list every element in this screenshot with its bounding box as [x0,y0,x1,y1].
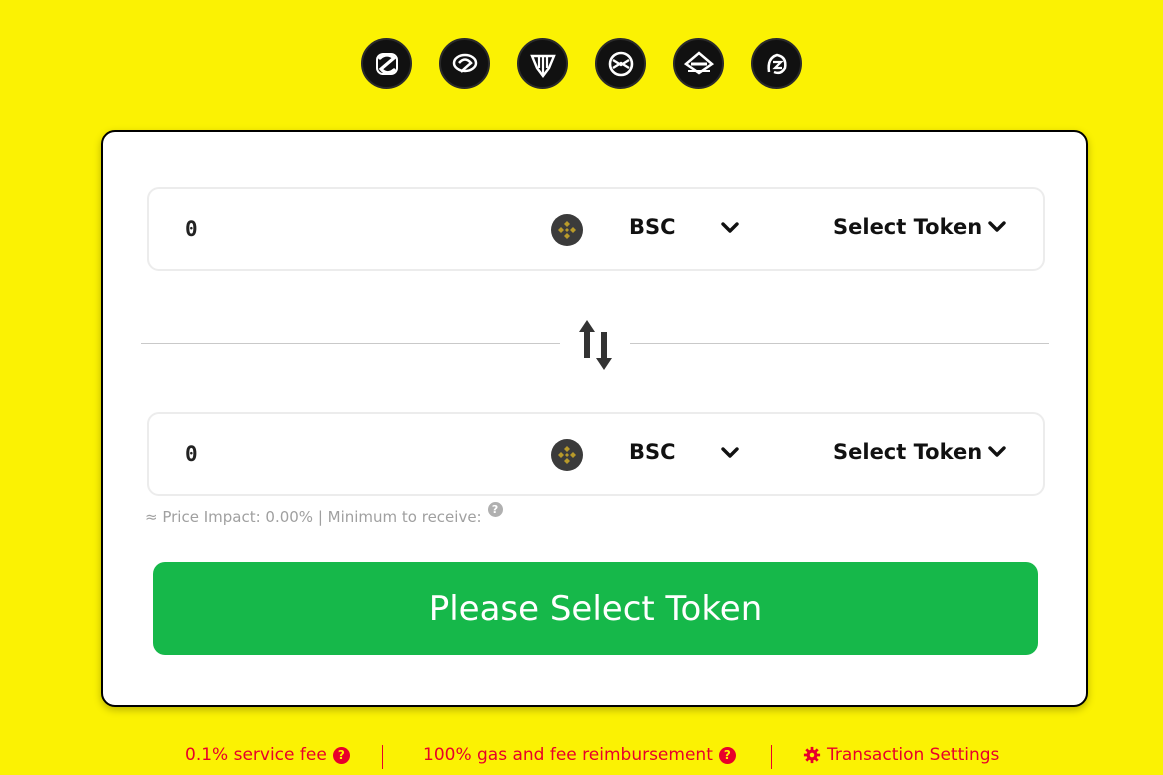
bnb-icon [551,439,583,471]
from-amount-input[interactable] [183,216,487,242]
to-token-label: Select Token [833,440,983,464]
to-field: BSC Select Token [147,412,1045,496]
swap-arrows-icon [579,320,612,370]
chain-logo-6-icon[interactable] [751,38,802,89]
footer-separator [771,745,772,769]
service-fee-text: 0.1% service fee [185,745,327,765]
transaction-settings-link[interactable]: Transaction Settings [803,745,999,765]
swap-direction-button[interactable] [576,318,616,372]
chain-logo-2-icon[interactable] [439,38,490,89]
from-field: BSC Select Token [147,187,1045,271]
price-impact-info: ≈ Price Impact: 0.00% | Minimum to recei… [145,502,503,526]
to-token-select[interactable]: Select Token [833,440,1006,464]
footer-bar: 0.1% service fee ? 100% gas and fee reim… [0,745,1163,771]
from-network-label[interactable]: BSC [629,215,676,239]
to-network-label[interactable]: BSC [629,440,676,464]
divider-right [630,343,1049,344]
chevron-down-icon [988,446,1006,457]
from-token-label: Select Token [833,215,983,239]
chevron-down-icon[interactable] [721,222,739,234]
gear-icon [803,746,821,764]
transaction-settings-text: Transaction Settings [827,745,1000,765]
chain-logo-1-icon[interactable] [361,38,412,89]
reimbursement-item[interactable]: 100% gas and fee reimbursement ? [423,745,736,765]
help-icon[interactable]: ? [332,746,350,764]
chain-logo-5-icon[interactable] [673,38,724,89]
bnb-icon [551,214,583,246]
chevron-down-icon [988,221,1006,232]
price-impact-text: ≈ Price Impact: 0.00% | Minimum to recei… [145,508,482,526]
footer-separator [382,745,383,769]
reimbursement-text: 100% gas and fee reimbursement [423,745,713,765]
select-token-button[interactable]: Please Select Token [153,562,1038,655]
help-icon[interactable]: ? [718,746,736,764]
chain-logo-3-icon[interactable] [517,38,568,89]
chain-selector-row [0,38,1163,89]
to-amount-input[interactable] [183,441,487,467]
service-fee-item[interactable]: 0.1% service fee ? [185,745,350,765]
help-icon[interactable]: ? [487,502,503,517]
chain-logo-4-icon[interactable] [595,38,646,89]
chevron-down-icon[interactable] [721,447,739,459]
swap-card: BSC Select Token BSC [101,130,1088,707]
from-token-select[interactable]: Select Token [833,215,1006,239]
divider-left [141,343,560,344]
